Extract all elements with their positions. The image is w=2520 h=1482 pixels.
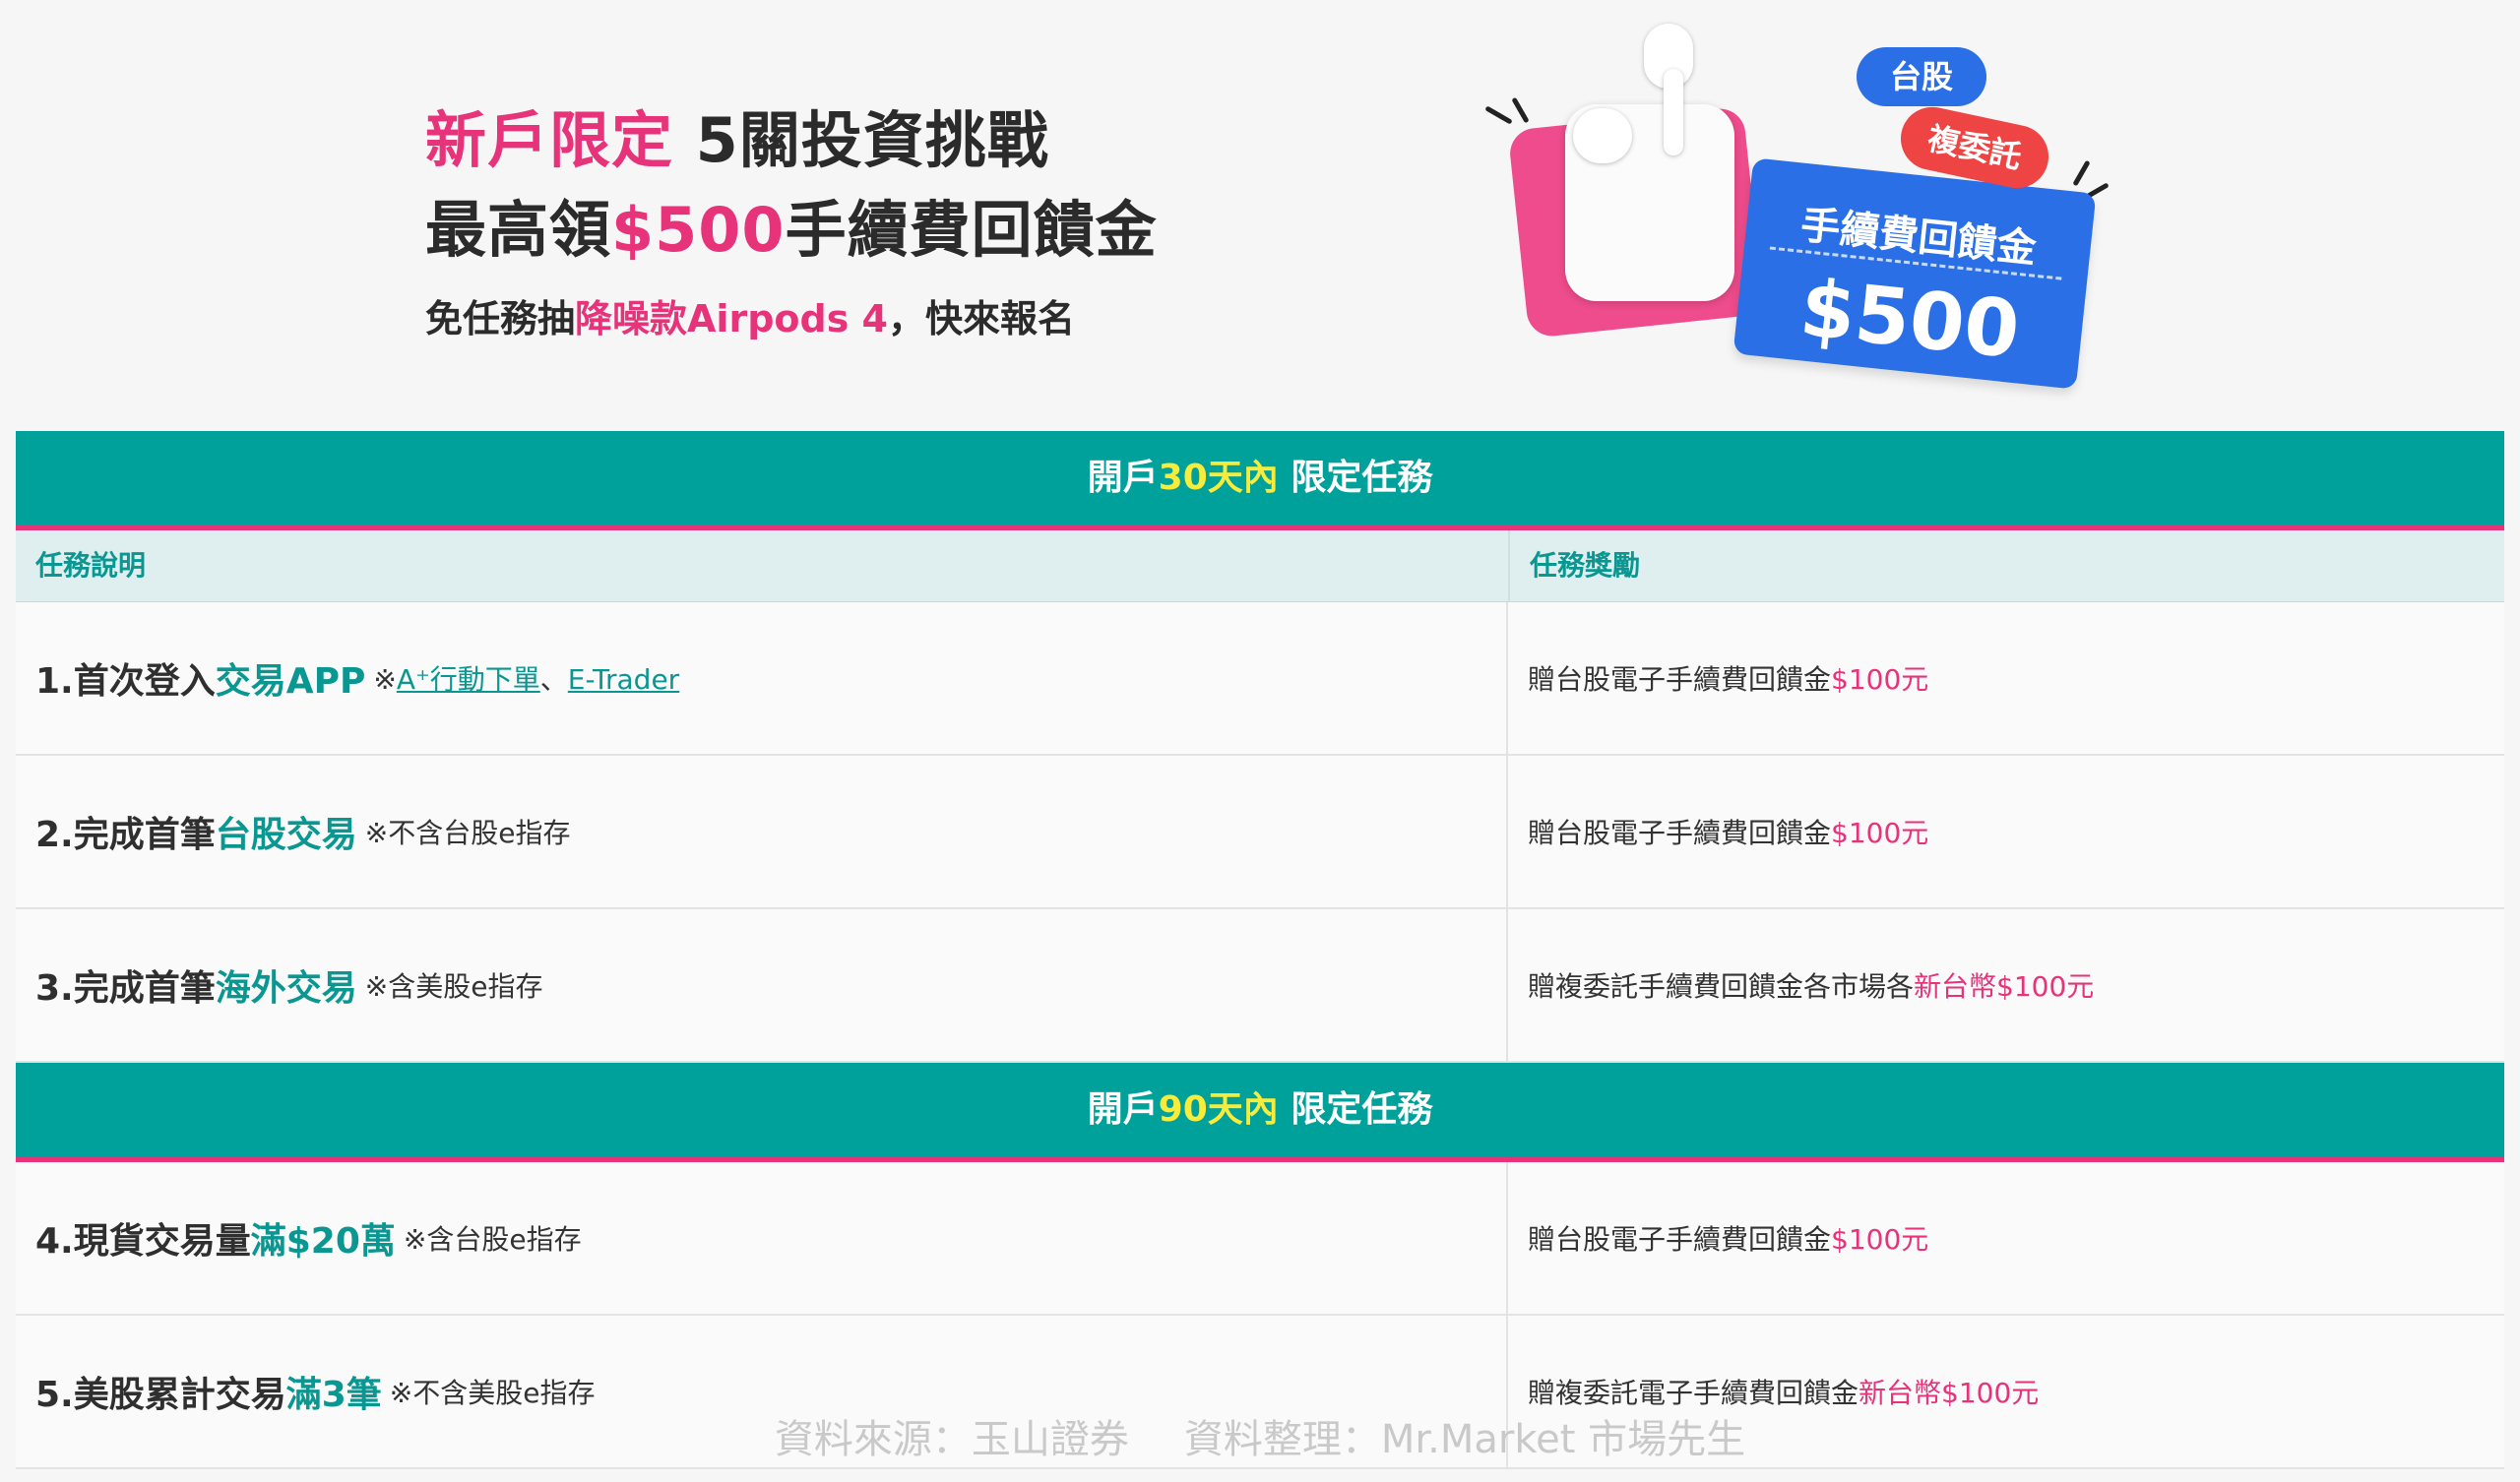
sparkle-icon: [2072, 159, 2091, 187]
signup-call: ，快來報名: [888, 297, 1076, 340]
hero-headline-2: 最高領$500手續費回饋金: [425, 180, 1158, 269]
section-header-90-days: 開戶90天內 限定任務: [16, 1063, 2504, 1162]
column-headers: 任務說明 任務獎勵: [16, 530, 2504, 602]
task-highlight: 海外交易: [215, 968, 357, 1009]
task-description: 2.完成首筆 台股交易 ※不含台股e指存: [16, 756, 1508, 907]
sparkle-icon: [1484, 105, 1513, 125]
source-credit: 資料來源：玉山證券: [774, 1417, 1129, 1462]
task-highlight: 滿$20萬: [250, 1221, 396, 1262]
task-highlight: 交易APP: [215, 661, 366, 702]
section-header-30-days: 開戶30天內 限定任務: [16, 431, 2504, 530]
rebate-ticket: 手續費回饋金 $500: [1732, 157, 2097, 390]
max-label: 最高領: [425, 194, 612, 266]
reward-amount: $100元: [1831, 1223, 1929, 1256]
hero-banner: 新戶限定 5關投資挑戰 最高領$500手續費回饋金 免任務抽降噪款Airpods…: [0, 0, 2520, 431]
section-highlight: 90天內: [1158, 1089, 1279, 1130]
column-header-task: 任務說明: [16, 530, 1510, 601]
compiled-credit: 資料整理：Mr.Market 市場先生: [1183, 1417, 1746, 1462]
section-highlight: 30天內: [1158, 458, 1279, 498]
task-description: 3.完成首筆 海外交易 ※含美股e指存: [16, 909, 1508, 1061]
promo-artwork: 手續費回饋金 $500 台股 複委託: [1467, 10, 2136, 423]
reward-amount: 新台幣$100元: [1914, 970, 2095, 1003]
task-note: ※A⁺行動下單、E-Trader: [373, 663, 680, 696]
airpod-icon: [1573, 108, 1632, 163]
airpod-stem-icon: [1664, 69, 1683, 155]
new-customer-label: 新戶限定: [425, 104, 674, 176]
reward-amount: $100元: [1831, 817, 1929, 849]
taiwan-stock-badge: 台股: [1857, 47, 1986, 106]
source-watermark: 資料來源：玉山證券 資料整理：Mr.Market 市場先生: [0, 1407, 2520, 1464]
table-row: 3.完成首筆 海外交易 ※含美股e指存 贈複委託手續費回饋金各市場各 新台幣$100元: [16, 909, 2504, 1063]
task-reward: 贈台股電子手續費回饋金 $100元: [1508, 756, 2504, 907]
task-highlight: 台股交易: [215, 815, 357, 855]
hero-headline-1: 新戶限定 5關投資挑戰: [425, 91, 1049, 179]
task-note: ※不含台股e指存: [364, 817, 571, 849]
lottery-prefix: 免任務抽: [425, 297, 576, 340]
prize-name: 降噪款Airpods 4: [575, 297, 888, 340]
task-table: 開戶30天內 限定任務 任務說明 任務獎勵 1.首次登入 交易APP ※A⁺行動下…: [16, 431, 2504, 1474]
sparkle-icon: [1511, 96, 1530, 124]
task-reward: 贈複委託手續費回饋金各市場各 新台幣$100元: [1508, 909, 2504, 1061]
table-row: 4.現貨交易量 滿$20萬 ※含台股e指存 贈台股電子手續費回饋金 $100元: [16, 1162, 2504, 1316]
task-reward: 贈台股電子手續費回饋金 $100元: [1508, 602, 2504, 754]
max-amount: $500: [611, 194, 786, 266]
e-trader-link[interactable]: E-Trader: [568, 663, 679, 696]
task-note: ※含美股e指存: [364, 970, 543, 1003]
task-description: 4.現貨交易量 滿$20萬 ※含台股e指存: [16, 1162, 1508, 1314]
challenge-label: 5關投資挑戰: [673, 104, 1049, 176]
task-note: ※含台股e指存: [403, 1223, 582, 1256]
task-note: ※不含美股e指存: [389, 1377, 596, 1409]
reward-amount: 新台幣$100元: [1858, 1377, 2040, 1409]
task-description: 1.首次登入 交易APP ※A⁺行動下單、E-Trader: [16, 602, 1508, 754]
a-plus-mobile-link[interactable]: A⁺行動下單: [397, 663, 540, 696]
hero-subline: 免任務抽降噪款Airpods 4，快來報名: [425, 288, 1075, 342]
reward-amount: $100元: [1831, 663, 1929, 696]
table-row: 2.完成首筆 台股交易 ※不含台股e指存 贈台股電子手續費回饋金 $100元: [16, 756, 2504, 909]
column-header-reward: 任務獎勵: [1530, 549, 1641, 582]
table-row: 1.首次登入 交易APP ※A⁺行動下單、E-Trader 贈台股電子手續費回饋金…: [16, 602, 2504, 756]
task-reward: 贈台股電子手續費回饋金 $100元: [1508, 1162, 2504, 1314]
rebate-label: 手續費回饋金: [785, 194, 1158, 266]
